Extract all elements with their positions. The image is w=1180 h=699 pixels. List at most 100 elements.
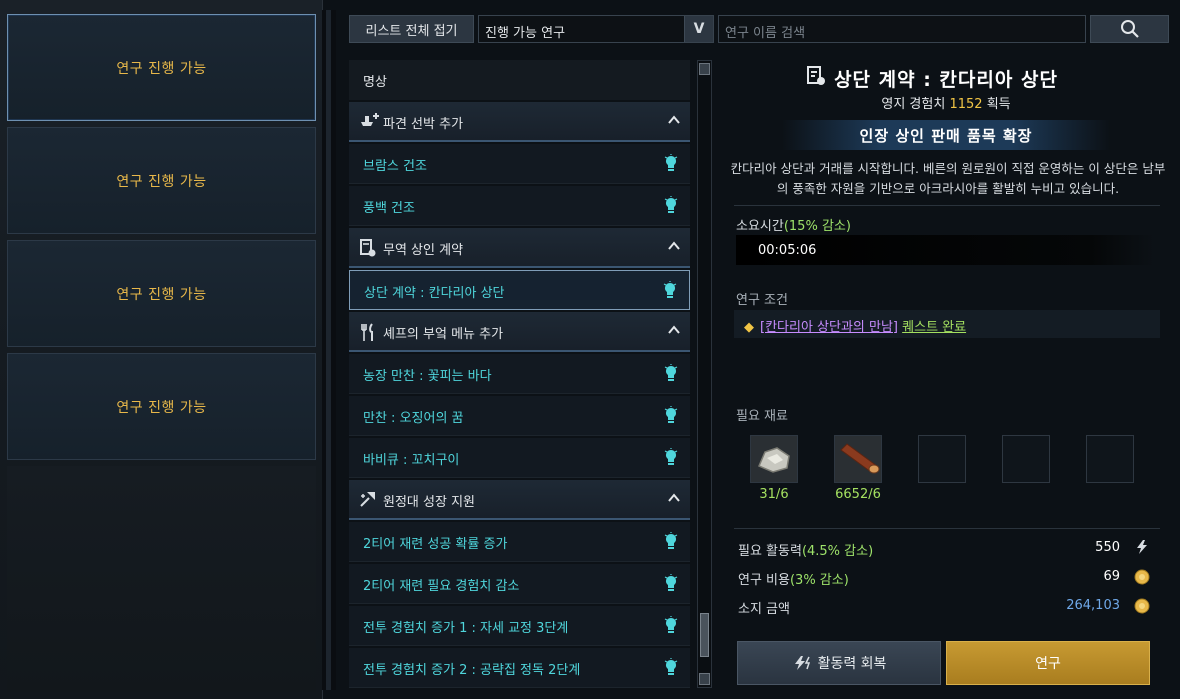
ship-add-icon xyxy=(359,112,379,132)
collapse-all-label: 리스트 전체 접기 xyxy=(365,23,458,39)
material-slot-2[interactable] xyxy=(834,435,882,483)
lightbulb-icon xyxy=(664,574,678,594)
search-button[interactable] xyxy=(1090,15,1169,43)
list-item[interactable]: 풍백 건조 xyxy=(349,186,690,226)
research-title: 상단 계약 : 칸다리아 상단 xyxy=(834,69,1058,91)
research-slot-panel: 연구 진행 가능 연구 진행 가능 연구 진행 가능 연구 진행 가능 xyxy=(0,0,323,699)
list-item-label: 2티어 재련 필요 경험치 감소 xyxy=(363,579,520,594)
list-header-label: 명상 xyxy=(363,75,387,90)
energy-label: 필요 활동력(4.5% 감소) xyxy=(738,540,873,559)
search-placeholder: 연구 이름 검색 xyxy=(725,26,806,41)
material-slot-3[interactable] xyxy=(918,435,966,483)
list-item-label: 바비큐 : 꼬치구이 xyxy=(363,453,460,468)
research-list: 명상 파견 선박 추가브람스 건조풍백 건조무역 상인 계약 상단 계약 : 칸다… xyxy=(349,60,691,692)
exp-value: 1152 xyxy=(949,97,983,112)
category-row[interactable]: 원정대 성장 지원 xyxy=(349,480,690,520)
material-count-2: 6652/6 xyxy=(835,487,881,502)
list-item-label: 전투 경험치 증가 2 : 공략집 정독 2단계 xyxy=(363,663,581,678)
list-item[interactable]: 2티어 재련 성공 확률 증가 xyxy=(349,522,690,562)
slot-status-label: 연구 진행 가능 xyxy=(116,286,207,303)
exp-prefix: 영지 경험치 xyxy=(881,97,946,112)
research-slot-1[interactable]: 연구 진행 가능 xyxy=(7,14,316,121)
search-input[interactable]: 연구 이름 검색 xyxy=(718,15,1086,43)
growth-icon xyxy=(359,490,379,510)
list-item-label: 2티어 재련 성공 확률 증가 xyxy=(363,537,508,552)
effect-banner: 인장 상인 판매 품목 확장 xyxy=(782,120,1110,150)
chevron-down-icon[interactable]: V xyxy=(684,16,713,42)
list-item[interactable]: 상단 계약 : 칸다리아 상단 xyxy=(349,270,690,310)
chevron-up-icon[interactable] xyxy=(668,492,680,504)
owned-value: 264,103 xyxy=(1066,598,1120,613)
filter-value: 진행 가능 연구 xyxy=(485,26,566,41)
lightbulb-icon xyxy=(664,616,678,636)
condition-label: 연구 조건 xyxy=(736,293,788,308)
time-reduction: (15% 감소) xyxy=(783,219,851,234)
list-scrollbar[interactable] xyxy=(697,60,712,688)
scroll-down-button[interactable] xyxy=(699,673,710,685)
research-slot-4[interactable]: 연구 진행 가능 xyxy=(7,353,316,460)
research-button-label: 연구 xyxy=(1035,656,1061,672)
list-item-label: 만찬 : 오징어의 꿈 xyxy=(363,411,464,426)
research-slot-3[interactable]: 연구 진행 가능 xyxy=(7,240,316,347)
list-item[interactable]: 바비큐 : 꼬치구이 xyxy=(349,438,690,478)
condition-quest-link[interactable]: [칸다리아 상단과의 만남] xyxy=(760,320,898,335)
chevron-up-icon[interactable] xyxy=(668,240,680,252)
list-item-label: 브람스 건조 xyxy=(363,159,427,174)
lightbulb-icon xyxy=(664,658,678,678)
energy-label-text: 필요 활동력 xyxy=(738,544,802,559)
scroll-thumb[interactable] xyxy=(700,613,709,657)
lightning-icon xyxy=(794,656,810,670)
scroll-up-button[interactable] xyxy=(699,63,710,75)
condition-status: 퀘스트 완료 xyxy=(902,320,967,335)
owned-label: 소지 금액 xyxy=(738,602,790,617)
material-slot-5[interactable] xyxy=(1086,435,1134,483)
lightning-icon xyxy=(1137,540,1147,554)
lightbulb-icon xyxy=(664,448,678,468)
list-item[interactable]: 농장 만찬 : 꽃피는 바다 xyxy=(349,354,690,394)
list-header-row[interactable]: 명상 xyxy=(349,60,690,100)
slot-status-label: 연구 진행 가능 xyxy=(116,173,207,190)
fork-knife-icon xyxy=(359,322,379,342)
material-slot-4[interactable] xyxy=(1002,435,1050,483)
contract-icon xyxy=(359,238,379,258)
category-label: 원정대 성장 지원 xyxy=(383,495,475,510)
collapse-all-button[interactable]: 리스트 전체 접기 xyxy=(349,15,474,43)
time-label: 소요시간(15% 감소) xyxy=(736,215,851,234)
list-item[interactable]: 전투 경험치 증가 2 : 공략집 정독 2단계 xyxy=(349,648,690,688)
lightbulb-icon xyxy=(664,196,678,216)
lightbulb-icon xyxy=(664,532,678,552)
research-button[interactable]: 연구 xyxy=(946,641,1150,685)
chevron-up-icon[interactable] xyxy=(668,114,680,126)
search-icon xyxy=(1120,20,1139,38)
exp-reward: 영지 경험치 1152 획득 xyxy=(722,93,1170,112)
energy-value: 550 xyxy=(1095,540,1120,555)
slot-status-label: 연구 진행 가능 xyxy=(116,60,207,77)
lightbulb-icon xyxy=(664,406,678,426)
time-label-text: 소요시간 xyxy=(736,219,784,234)
category-row[interactable]: 셰프의 부엌 메뉴 추가 xyxy=(349,312,690,352)
list-item[interactable]: 만찬 : 오징어의 꿈 xyxy=(349,396,690,436)
exp-suffix: 획득 xyxy=(986,97,1011,112)
panel-divider xyxy=(322,10,336,690)
cost-label: 연구 비용(3% 감소) xyxy=(738,569,849,588)
material-count-1: 31/6 xyxy=(759,487,789,502)
gold-coin-icon xyxy=(1134,569,1150,585)
timber-icon xyxy=(835,436,881,482)
list-item-label: 농장 만찬 : 꽃피는 바다 xyxy=(363,369,492,384)
gold-coin-icon xyxy=(1134,598,1150,614)
list-item[interactable]: 전투 경험치 증가 1 : 자세 교정 3단계 xyxy=(349,606,690,646)
divider xyxy=(734,205,1160,206)
category-row[interactable]: 무역 상인 계약 xyxy=(349,228,690,268)
list-item[interactable]: 브람스 건조 xyxy=(349,144,690,184)
list-item-label: 풍백 건조 xyxy=(363,201,415,216)
category-label: 셰프의 부엌 메뉴 추가 xyxy=(383,327,504,342)
empty-area xyxy=(7,466,316,692)
material-slot-1[interactable] xyxy=(750,435,798,483)
list-item[interactable]: 2티어 재련 필요 경험치 감소 xyxy=(349,564,690,604)
recover-energy-label: 활동력 회복 xyxy=(817,656,887,672)
chevron-up-icon[interactable] xyxy=(668,324,680,336)
recover-energy-button[interactable]: 활동력 회복 xyxy=(737,641,941,685)
research-slot-2[interactable]: 연구 진행 가능 xyxy=(7,127,316,234)
category-row[interactable]: 파견 선박 추가 xyxy=(349,102,690,142)
filter-select[interactable]: 진행 가능 연구 V xyxy=(478,15,714,43)
